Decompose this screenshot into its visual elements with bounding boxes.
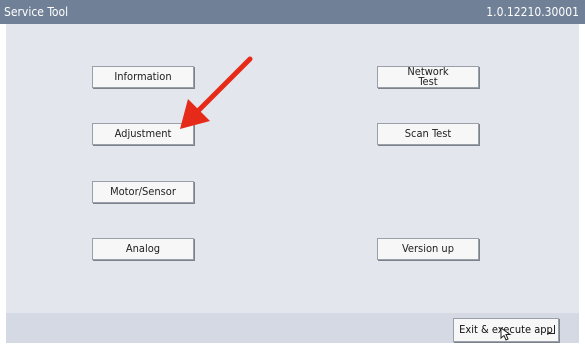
enter-icon <box>547 325 555 334</box>
title-bar: Service Tool 1.0.12210.30001 <box>0 0 585 24</box>
analog-button[interactable]: Analog <box>92 238 194 260</box>
network-test-label-line2: Test <box>418 75 438 88</box>
version-label: 1.0.12210.30001 <box>486 5 579 19</box>
network-test-button[interactable]: Network Test <box>377 66 479 88</box>
version-up-button[interactable]: Version up <box>377 238 479 260</box>
app-title: Service Tool <box>4 5 69 19</box>
mouse-cursor-icon <box>500 327 512 341</box>
red-arrow-annotation-icon <box>180 56 253 129</box>
scan-test-button[interactable]: Scan Test <box>377 123 479 145</box>
motor-sensor-button[interactable]: Motor/Sensor <box>92 181 194 203</box>
